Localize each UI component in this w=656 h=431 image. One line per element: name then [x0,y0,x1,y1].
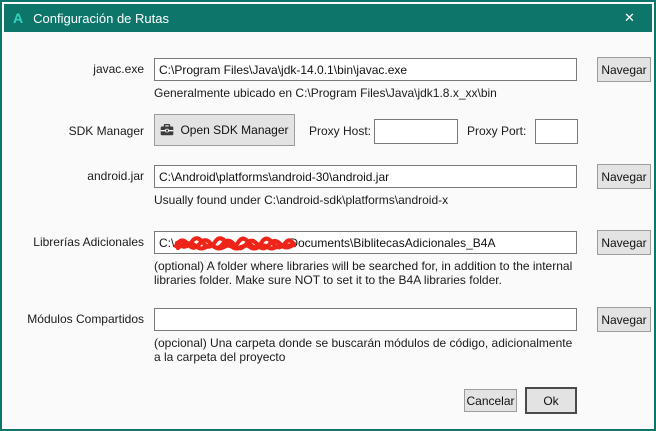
additional-libraries-helper-line2: libraries folder. Make sure NOT to set i… [154,273,502,287]
proxy-port-label: Proxy Port: [467,124,526,138]
close-icon[interactable]: ✕ [607,4,652,32]
shared-modules-helper-line2: a la carpeta del proyecto [154,350,285,364]
android-jar-label: android.jar [24,169,144,183]
proxy-host-label: Proxy Host: [309,124,371,138]
android-jar-path-input[interactable] [154,165,577,188]
additional-libraries-helper-line1: (optional) A folder where libraries will… [154,259,572,273]
shared-modules-path-input[interactable] [154,308,577,331]
sdk-manager-label: SDK Manager [24,124,144,138]
cancel-button[interactable]: Cancelar [464,389,517,412]
toolbox-icon [160,124,174,136]
shared-modules-helper-line1: (opcional) Una carpeta donde se buscarán… [154,336,572,350]
proxy-port-input[interactable] [535,119,578,144]
path-suffix: Documents\BiblitecasAdicionales_B4A [289,236,495,250]
javac-label: javac.exe [24,62,144,76]
additional-libraries-browse-button[interactable]: Navegar [597,230,651,255]
android-jar-helper-text: Usually found under C:\android-sdk\platf… [154,193,448,207]
open-sdk-manager-label: Open SDK Manager [180,123,288,137]
red-scribble-redaction [174,236,296,252]
additional-libraries-path-input[interactable]: C:\ Documents\BiblitecasAdicionales_B4A [154,231,577,254]
javac-path-input[interactable] [154,58,577,81]
javac-browse-button[interactable]: Navegar [597,57,651,82]
javac-helper-text: Generalmente ubicado en C:\Program Files… [154,86,497,100]
path-prefix: C:\ [159,236,174,250]
additional-libraries-label: Librerías Adicionales [24,235,144,249]
open-sdk-manager-button[interactable]: Open SDK Manager [154,114,295,146]
shared-modules-label: Módulos Compartidos [24,312,144,326]
title-bar[interactable]: A Configuración de Rutas ✕ [4,4,652,32]
dialog-title: Configuración de Rutas [33,11,169,26]
app-logo-icon: A [13,10,23,26]
android-jar-browse-button[interactable]: Navegar [597,164,651,189]
paths-configuration-dialog: A Configuración de Rutas ✕ javac.exe Nav… [0,0,656,431]
proxy-host-input[interactable] [374,119,458,144]
shared-modules-browse-button[interactable]: Navegar [597,307,651,332]
ok-button[interactable]: Ok [525,387,577,414]
